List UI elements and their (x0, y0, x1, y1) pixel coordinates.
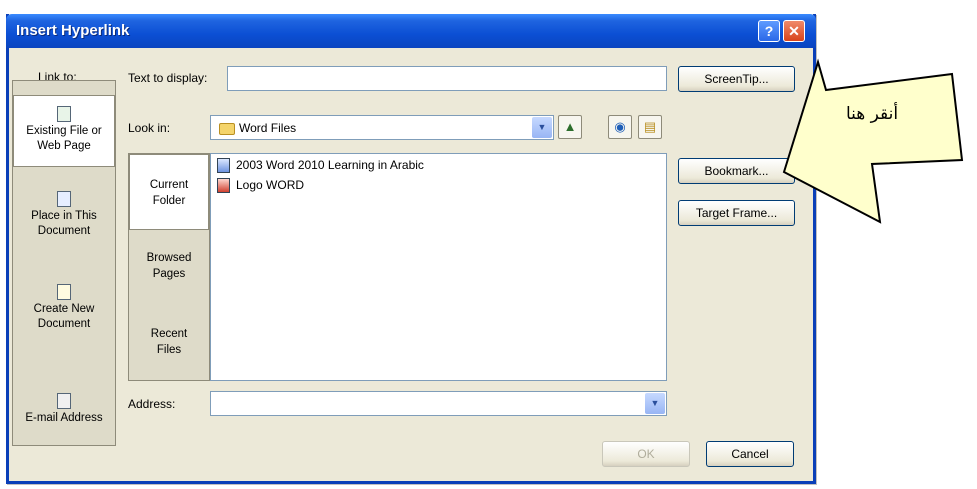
arrow-shape (782, 58, 964, 224)
callout-arrow (782, 58, 964, 224)
callout-text: أنقر هنا (846, 104, 899, 124)
